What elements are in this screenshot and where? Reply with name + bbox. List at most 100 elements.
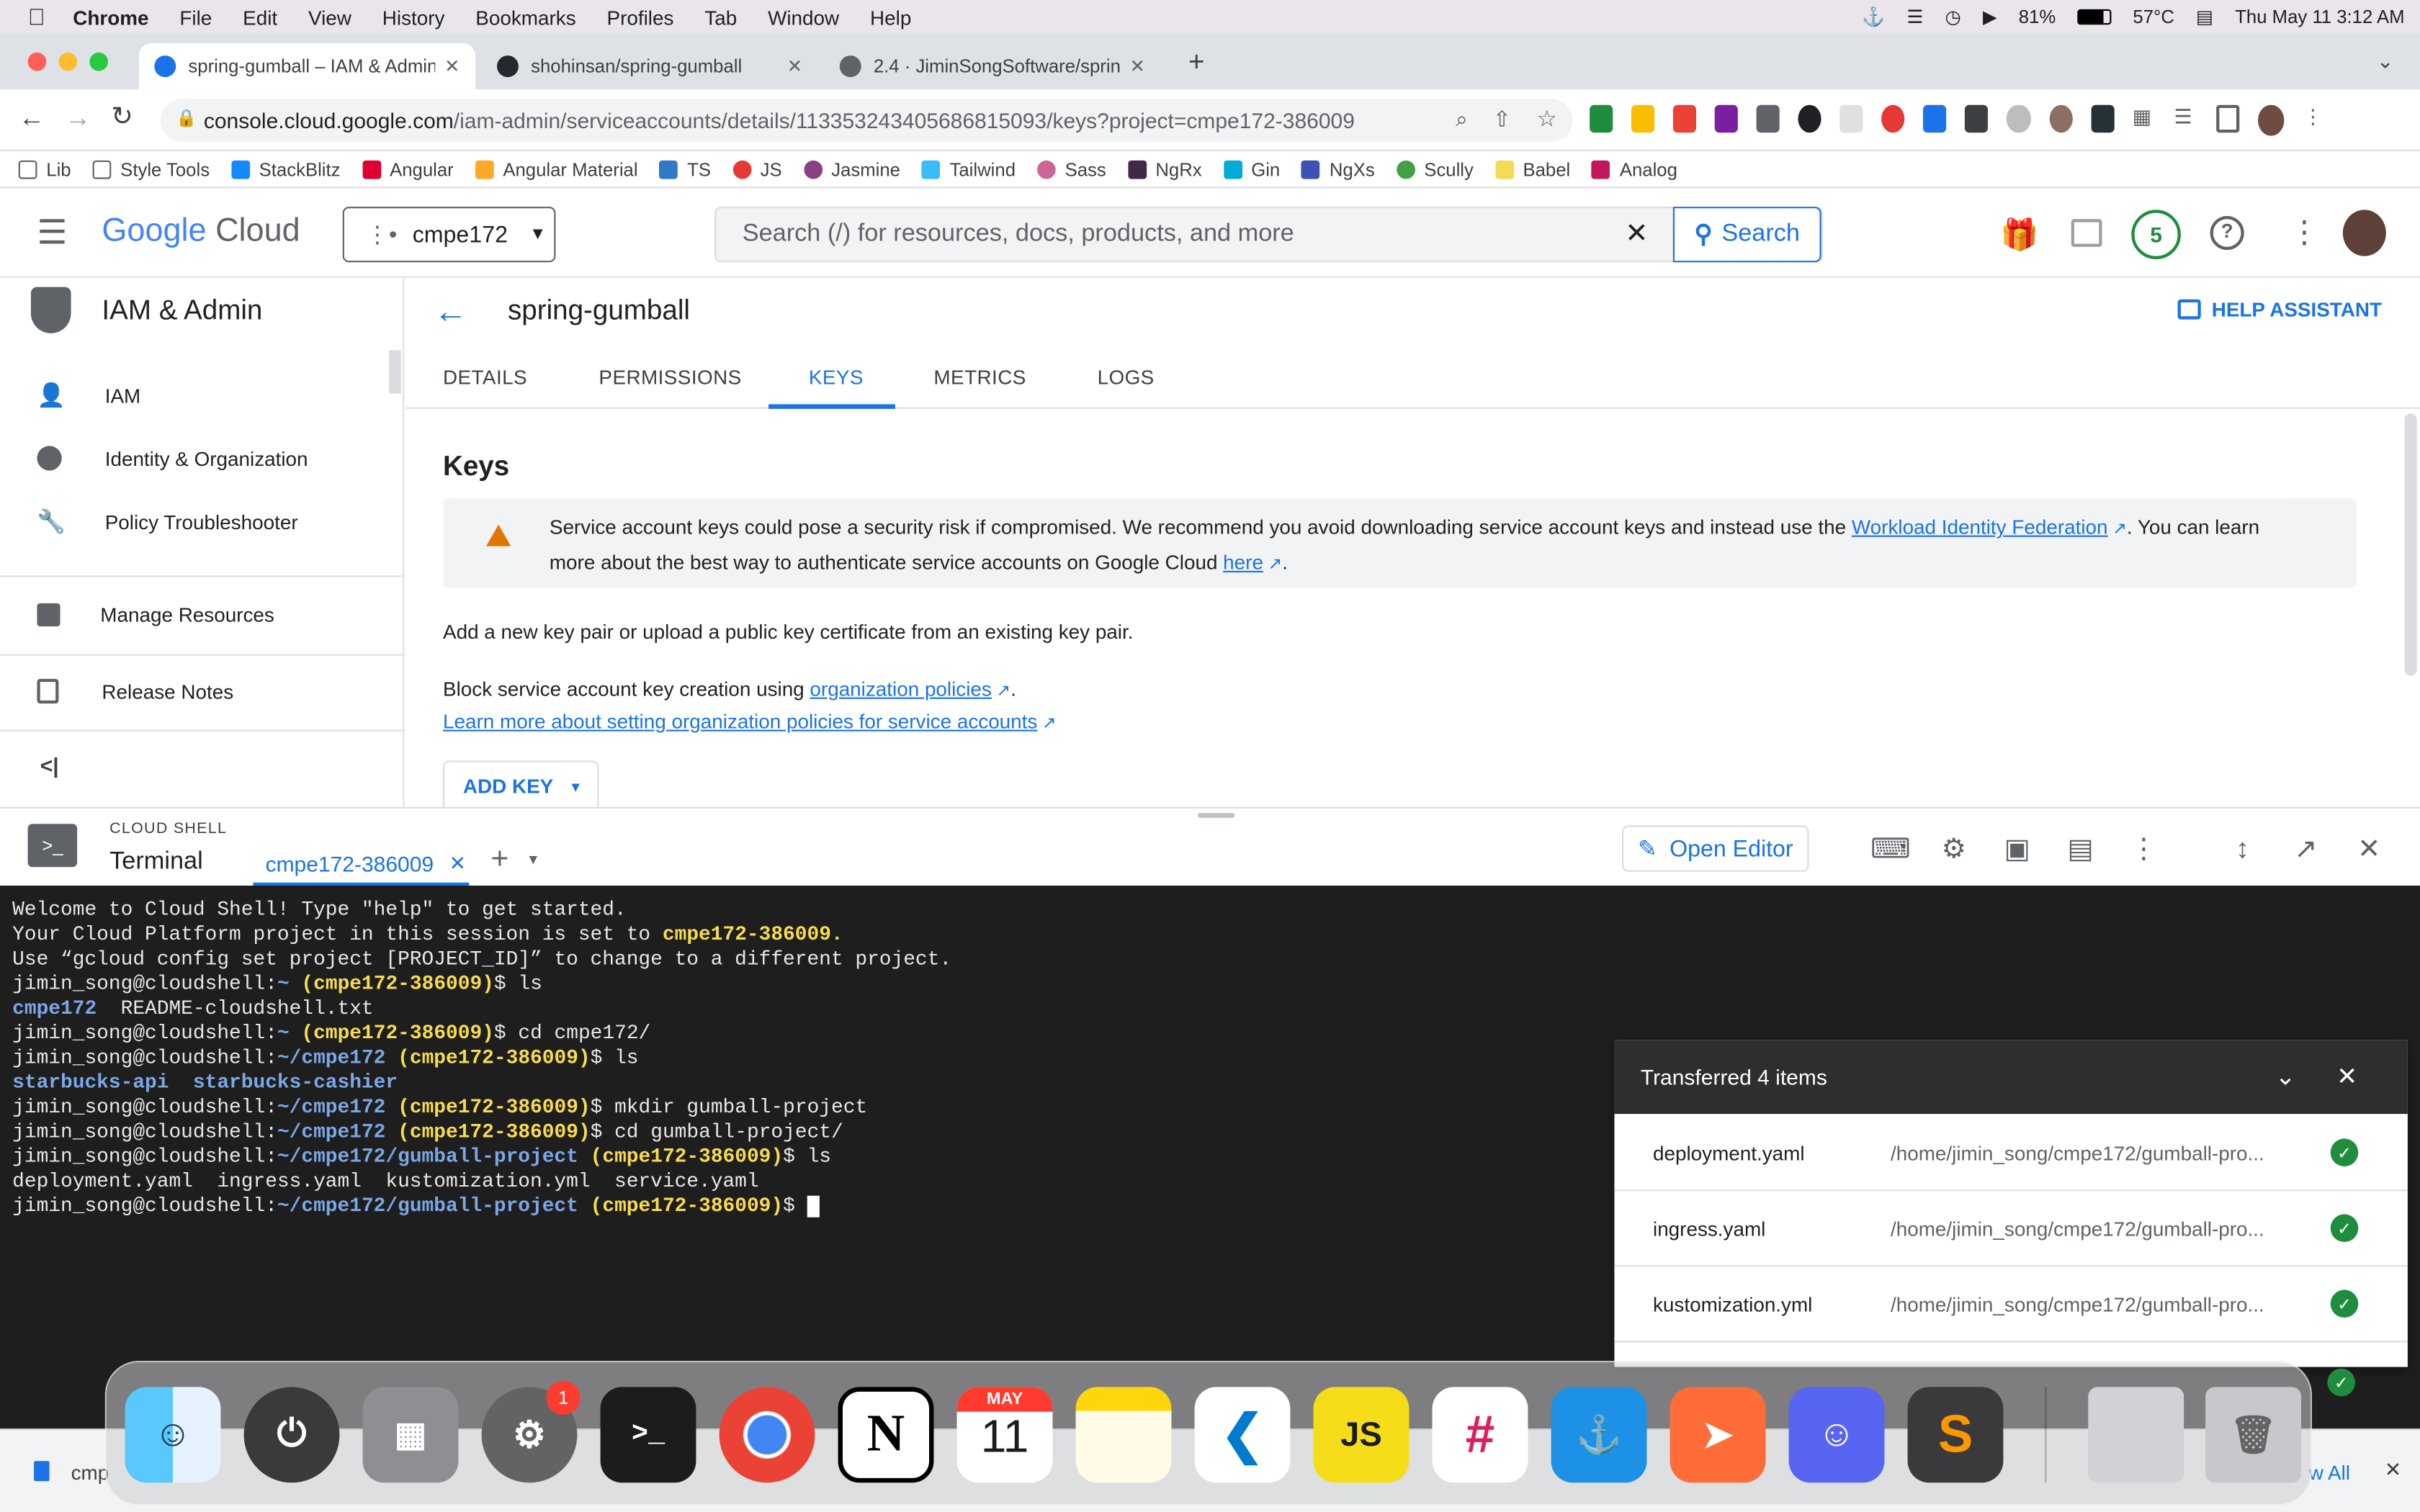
notifications-badge[interactable]: 5 bbox=[2131, 210, 2181, 259]
transfer-item[interactable]: ingress.yaml /home/jimin_song/cmpe172/gu… bbox=[1614, 1191, 2408, 1267]
search-input[interactable]: Search (/) for resources, docs, products… bbox=[743, 220, 1294, 248]
here-link[interactable]: here bbox=[1223, 551, 1263, 574]
open-new-window-icon[interactable]: ↗ bbox=[2287, 830, 2324, 867]
bookmark-babel[interactable]: Babel bbox=[1494, 158, 1570, 180]
browser-tab[interactable]: shohinsan/spring-gumball ✕ bbox=[482, 43, 818, 89]
download-item-label[interactable]: cmp bbox=[71, 1461, 109, 1484]
close-session-icon[interactable]: ✕ bbox=[449, 852, 466, 876]
cloud-shell-icon[interactable] bbox=[2071, 219, 2102, 247]
clear-search-icon[interactable]: ✕ bbox=[1625, 217, 1648, 250]
project-picker[interactable]: ⋮• cmpe172 ▼ bbox=[342, 207, 556, 263]
puzzle-icon[interactable]: ▦ bbox=[2133, 105, 2156, 133]
bookmark-star-icon[interactable]: ☆ bbox=[1536, 105, 1557, 132]
settings-gear-icon[interactable]: ⚙ bbox=[1935, 830, 1972, 867]
bookmark-tailwind[interactable]: Tailwind bbox=[921, 158, 1016, 180]
extension-icon[interactable] bbox=[1923, 104, 1948, 133]
tab-keys[interactable]: KEYS bbox=[809, 366, 864, 389]
tab-search-chevron-icon[interactable]: ⌄ bbox=[2377, 50, 2393, 74]
address-bar[interactable]: 🔒 console.cloud.google.com/iam-admin/ser… bbox=[160, 99, 1573, 143]
menu-file[interactable]: File bbox=[179, 6, 212, 29]
more-options-icon[interactable]: ⋮ bbox=[2125, 830, 2162, 867]
finder-icon[interactable]: ☺ bbox=[125, 1387, 221, 1483]
close-download-bar-icon[interactable]: ✕ bbox=[2385, 1458, 2401, 1482]
menu-edit[interactable]: Edit bbox=[243, 6, 277, 29]
zoom-icon[interactable]: ⌕ bbox=[1456, 107, 1468, 132]
sublime-text-app-icon[interactable]: S bbox=[1907, 1387, 2004, 1483]
keyboard-icon[interactable]: ⌨ bbox=[1870, 830, 1911, 867]
postman-app-icon[interactable]: ➤ bbox=[1670, 1387, 1766, 1483]
extension-icon[interactable] bbox=[1756, 104, 1780, 133]
menu-bookmarks[interactable]: Bookmarks bbox=[475, 6, 575, 29]
profile-avatar[interactable] bbox=[2258, 104, 2285, 136]
chrome-app-icon[interactable] bbox=[719, 1387, 815, 1483]
bookmark-lib[interactable]: Lib bbox=[18, 158, 71, 180]
layout-icon[interactable]: ▤ bbox=[2062, 830, 2099, 867]
page-scrollbar[interactable] bbox=[2404, 413, 2417, 676]
bookmark-angular-material[interactable]: Angular Material bbox=[475, 158, 638, 180]
side-panel-icon[interactable] bbox=[2215, 104, 2241, 133]
session-dropdown-icon[interactable]: ▼ bbox=[526, 852, 540, 867]
vscode-app-icon[interactable]: ❮ bbox=[1194, 1387, 1291, 1483]
downloads-folder-icon[interactable] bbox=[2088, 1387, 2184, 1483]
bookmark-stackblitz[interactable]: StackBlitz bbox=[231, 158, 341, 180]
workload-identity-link[interactable]: Workload Identity Federation bbox=[1852, 516, 2108, 539]
extension-icon[interactable] bbox=[1631, 104, 1655, 133]
nav-item-release-notes[interactable]: Release Notes bbox=[0, 660, 404, 722]
search-button[interactable]: ⚲ Search bbox=[1672, 207, 1821, 263]
nav-item-manage-resources[interactable]: Manage Resources bbox=[0, 583, 404, 645]
help-icon[interactable]: ? bbox=[2210, 216, 2244, 251]
docker-app-icon[interactable]: ⚓ bbox=[1551, 1387, 1647, 1483]
forward-arrow-icon[interactable]: → bbox=[65, 104, 91, 135]
tab-details[interactable]: DETAILS bbox=[443, 366, 527, 389]
bookmark-js[interactable]: JS bbox=[732, 158, 782, 180]
menu-history[interactable]: History bbox=[382, 6, 445, 29]
maximize-icon[interactable]: ↕ bbox=[2224, 830, 2261, 867]
nav-item-identity[interactable]: Identity & Organization bbox=[0, 428, 404, 490]
reading-list-icon[interactable]: ☰ bbox=[2174, 105, 2197, 133]
bookmark-analog[interactable]: Analog bbox=[1592, 158, 1677, 180]
bookmark-ngrx[interactable]: NgRx bbox=[1127, 158, 1202, 180]
extension-icon[interactable] bbox=[2007, 104, 2030, 133]
nav-item-policy-troubleshooter[interactable]: 🔧 Policy Troubleshooter bbox=[0, 490, 404, 552]
open-editor-button[interactable]: ✎ Open Editor bbox=[1622, 825, 1809, 872]
extension-icon[interactable] bbox=[1673, 104, 1697, 133]
more-options-icon[interactable]: ⋮ bbox=[2289, 213, 2320, 252]
back-arrow-icon[interactable]: ← bbox=[434, 292, 467, 332]
calendar-app-icon[interactable]: MAY 11 bbox=[956, 1387, 1053, 1483]
show-all-link[interactable]: w All bbox=[2309, 1461, 2350, 1484]
menu-window[interactable]: Window bbox=[768, 6, 839, 29]
hamburger-menu-icon[interactable]: ☰ bbox=[37, 213, 67, 253]
extension-icon[interactable] bbox=[1839, 104, 1864, 133]
learn-more-link[interactable]: Learn more about setting organization po… bbox=[443, 710, 1037, 733]
menu-profiles[interactable]: Profiles bbox=[607, 6, 674, 29]
docker-status-icon[interactable]: ⚓ bbox=[1862, 6, 1885, 28]
control-center-icon[interactable]: ▤ bbox=[2196, 6, 2213, 28]
launchpad-icon[interactable]: ▦ bbox=[362, 1387, 459, 1483]
collapse-chevron-icon[interactable]: ⌄ bbox=[2275, 1061, 2296, 1092]
back-arrow-icon[interactable]: ← bbox=[19, 104, 45, 135]
close-shell-icon[interactable]: ✕ bbox=[2351, 830, 2388, 867]
add-session-icon[interactable]: + bbox=[490, 842, 508, 878]
battery-icon[interactable] bbox=[2077, 9, 2112, 25]
discord-app-icon[interactable]: ☺ bbox=[1788, 1387, 1885, 1483]
extension-icon[interactable] bbox=[2048, 104, 2072, 133]
help-assistant-button[interactable]: HELP ASSISTANT bbox=[2177, 298, 2382, 321]
reload-icon[interactable]: ↻ bbox=[111, 102, 133, 132]
bookmark-angular[interactable]: Angular bbox=[362, 158, 454, 180]
menubar-datetime[interactable]: Thu May 11 3:12 AM bbox=[2235, 6, 2404, 28]
bookmark-style-tools[interactable]: Style Tools bbox=[92, 158, 210, 180]
js-playground-app-icon[interactable]: JS bbox=[1313, 1387, 1410, 1483]
chrome-menu-icon[interactable]: ⋮ bbox=[2303, 105, 2323, 136]
tab-metrics[interactable]: METRICS bbox=[933, 366, 1026, 389]
close-transfer-icon[interactable]: ✕ bbox=[2336, 1061, 2357, 1092]
bookmark-jasmine[interactable]: Jasmine bbox=[803, 158, 900, 180]
terminal-app-icon[interactable]: >_ bbox=[600, 1387, 696, 1483]
share-icon[interactable]: ⇧ bbox=[1493, 107, 1511, 132]
new-tab-button[interactable]: + bbox=[1188, 46, 1205, 78]
tab-close-icon[interactable]: ✕ bbox=[444, 55, 460, 77]
extension-icon[interactable] bbox=[1965, 104, 1989, 133]
play-icon[interactable]: ▶ bbox=[1983, 6, 1997, 28]
tab-close-icon[interactable]: ✕ bbox=[787, 55, 803, 77]
web-preview-icon[interactable]: ▣ bbox=[1999, 830, 2035, 867]
transfer-item[interactable]: deployment.yaml /home/jimin_song/cmpe172… bbox=[1614, 1115, 2408, 1192]
